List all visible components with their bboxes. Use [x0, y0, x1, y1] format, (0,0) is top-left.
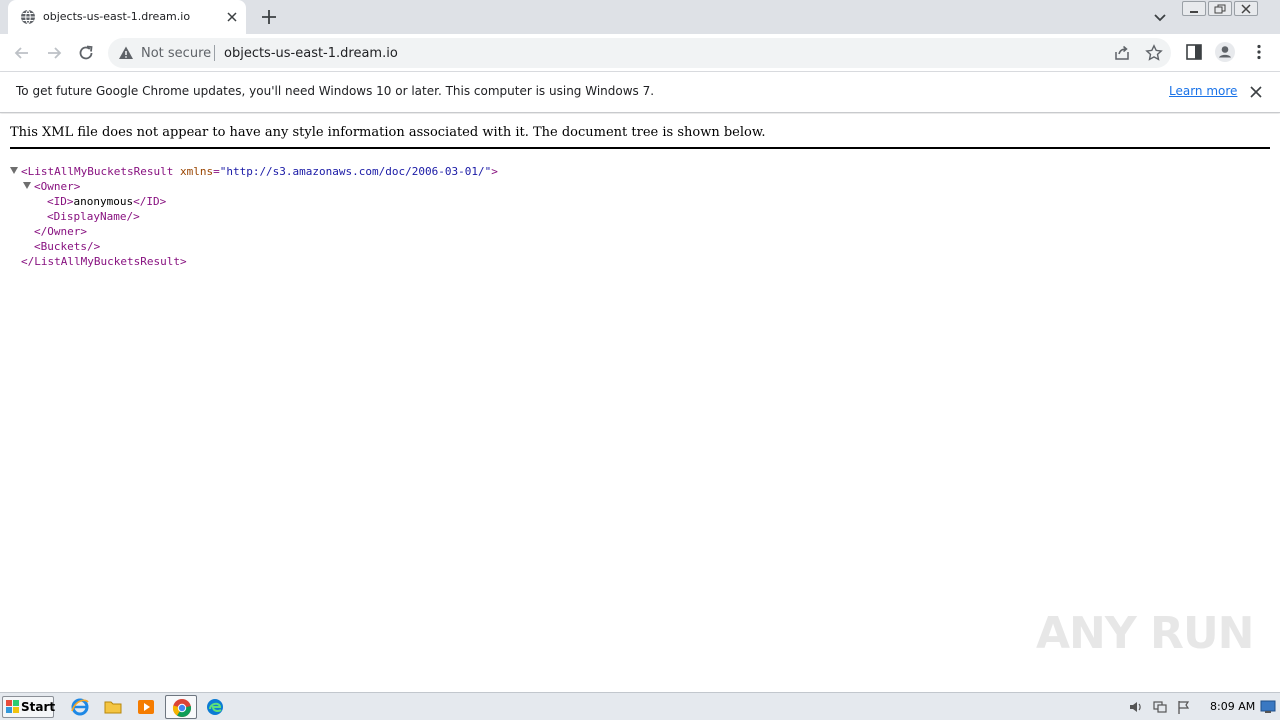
tab-strip: objects-us-east-1.dream.io	[0, 0, 1280, 34]
system-tray: 8:09 AM	[1122, 695, 1278, 719]
xml-attr-name: xmlns	[179, 165, 214, 178]
back-arrow-icon[interactable]	[12, 43, 32, 63]
new-tab-icon[interactable]	[260, 8, 278, 26]
collapse-triangle-icon[interactable]	[10, 167, 18, 174]
xml-text: anonymous	[73, 195, 134, 208]
windows-logo-icon	[6, 700, 19, 713]
learn-more-link[interactable]: Learn more	[1169, 84, 1237, 98]
update-infobar: To get future Google Chrome updates, you…	[0, 72, 1280, 113]
taskbar: Start 8:09 AM	[0, 692, 1280, 720]
chevron-down-icon[interactable]	[1152, 9, 1168, 25]
xml-tag: </ID>	[133, 195, 167, 208]
xml-tag: <ID>	[47, 195, 74, 208]
file-explorer-icon[interactable]	[103, 697, 123, 717]
media-player-icon[interactable]	[136, 697, 156, 717]
chrome-taskbar-button[interactable]	[165, 695, 197, 719]
taskbar-clock[interactable]: 8:09 AM	[1210, 700, 1255, 713]
xml-root-open: <ListAllMyBucketsResult xmlns="http://s3…	[10, 164, 498, 179]
globe-icon	[21, 9, 35, 25]
address-divider	[214, 45, 215, 61]
xml-tree: <ListAllMyBucketsResult xmlns="http://s3…	[10, 164, 498, 269]
close-window-button[interactable]	[1234, 1, 1258, 16]
xml-style-notice: This XML file does not appear to have an…	[10, 125, 766, 140]
start-button[interactable]: Start	[2, 696, 56, 718]
chrome-icon	[172, 699, 192, 718]
minimize-button[interactable]	[1182, 1, 1206, 16]
xml-displayname-element: <DisplayName/>	[10, 209, 498, 224]
side-panel-icon[interactable]	[1185, 43, 1203, 61]
action-center-flag-icon[interactable]	[1176, 699, 1192, 715]
bookmark-star-icon[interactable]	[1145, 44, 1163, 62]
xml-attr-eq: =	[213, 165, 220, 178]
page-content: This XML file does not appear to have an…	[0, 114, 1280, 692]
share-icon[interactable]	[1113, 44, 1131, 62]
infobar-message: To get future Google Chrome updates, you…	[16, 84, 655, 98]
show-desktop-icon[interactable]	[1260, 700, 1276, 714]
edge-icon[interactable]	[205, 697, 225, 717]
security-label[interactable]: Not secure	[141, 46, 211, 61]
speaker-icon[interactable]	[1128, 699, 1144, 715]
xml-root-close: </ListAllMyBucketsResult>	[10, 254, 498, 269]
url-text[interactable]: objects-us-east-1.dream.io	[224, 46, 398, 61]
xml-tag-end: >	[491, 165, 498, 178]
xml-tag: <DisplayName/>	[47, 210, 140, 223]
network-icon[interactable]	[1152, 699, 1168, 715]
tab-title: objects-us-east-1.dream.io	[43, 10, 191, 23]
close-window-icon	[1241, 4, 1251, 14]
close-icon[interactable]	[224, 9, 240, 25]
browser-toolbar: Not secure objects-us-east-1.dream.io	[0, 34, 1280, 72]
minimize-icon	[1190, 11, 1198, 13]
more-menu-icon[interactable]	[1250, 43, 1268, 61]
divider	[10, 147, 1270, 149]
internet-explorer-icon[interactable]	[70, 697, 90, 717]
close-icon[interactable]	[1248, 84, 1264, 100]
profile-avatar-icon[interactable]	[1214, 41, 1236, 63]
address-bar[interactable]: Not secure objects-us-east-1.dream.io	[108, 38, 1171, 68]
warning-triangle-icon[interactable]	[118, 45, 134, 61]
xml-buckets-element: <Buckets/>	[10, 239, 498, 254]
xml-owner-close: </Owner>	[10, 224, 498, 239]
xml-tag: </ListAllMyBucketsResult>	[21, 255, 187, 268]
xml-id-element: <ID>anonymous</ID>	[10, 194, 498, 209]
anyrun-watermark: ANY RUN	[1036, 608, 1254, 659]
xml-tag: </Owner>	[34, 225, 87, 238]
xml-attr-value: "http://s3.amazonaws.com/doc/2006-03-01/…	[219, 165, 492, 178]
xml-tag: <ListAllMyBucketsResult	[21, 165, 174, 178]
xml-tag: <Owner>	[34, 180, 81, 193]
xml-owner-open: <Owner>	[10, 179, 498, 194]
restore-button[interactable]	[1208, 1, 1232, 16]
xml-tag: <Buckets/>	[34, 240, 101, 253]
reload-icon[interactable]	[76, 43, 96, 63]
browser-tab[interactable]: objects-us-east-1.dream.io	[8, 0, 246, 34]
screen: objects-us-east-1.dream.io Not secure ob…	[0, 0, 1280, 720]
restore-icon	[1214, 4, 1226, 14]
collapse-triangle-icon[interactable]	[23, 182, 31, 189]
window-controls	[1182, 1, 1274, 17]
forward-arrow-icon[interactable]	[44, 43, 64, 63]
start-label: Start	[21, 700, 56, 714]
